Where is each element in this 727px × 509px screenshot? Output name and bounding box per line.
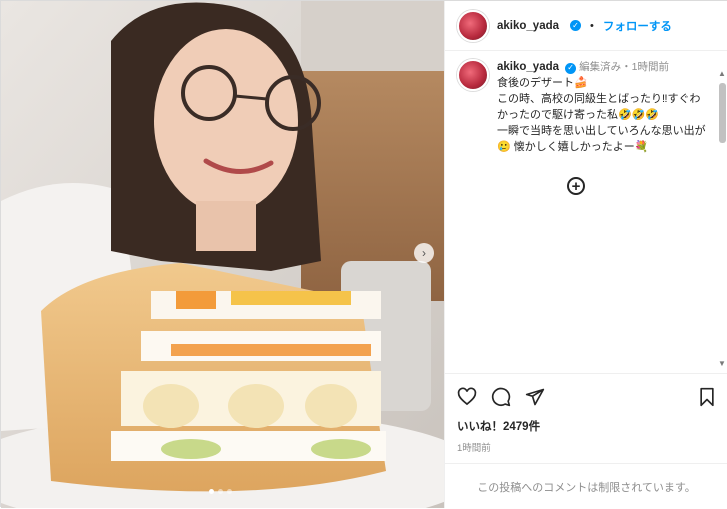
scroll-up-arrow-icon[interactable]: ▲: [718, 69, 726, 78]
caption-username[interactable]: akiko_yada: [497, 61, 559, 73]
follow-button[interactable]: フォローする: [603, 18, 672, 34]
post-photo[interactable]: ›: [1, 1, 444, 508]
heart-icon[interactable]: [457, 387, 477, 407]
caption-line: 食後のデザート🍰: [497, 77, 588, 89]
next-photo-button[interactable]: ›: [414, 243, 434, 263]
post-actions: いいね！2479件 1時間前: [445, 373, 727, 454]
instagram-post-frame: › akiko_yada ✓ • フォローする akiko_yada ✓ 編集済…: [0, 0, 727, 508]
caption-avatar[interactable]: [457, 59, 489, 91]
carousel-dot: [209, 489, 214, 494]
post-time: 1時間前: [457, 443, 491, 454]
share-icon[interactable]: [525, 387, 545, 407]
caption-scrollbar[interactable]: ▲ ▼: [718, 69, 726, 369]
comments-disabled-notice: この投稿へのコメントは制限されています。: [445, 463, 727, 509]
caption-text: 食後のデザート🍰 この時、高校の同級生とばったり‼すぐわかったので駆け寄った私🤣…: [497, 75, 708, 155]
scroll-thumb[interactable]: [719, 83, 726, 143]
caption-meta: 編集済み・1時間前: [579, 61, 669, 73]
verified-badge-icon: ✓: [570, 20, 582, 31]
header-separator: •: [590, 19, 594, 32]
bookmark-icon[interactable]: [698, 387, 716, 407]
photo-illustration: [1, 1, 444, 508]
post-header: akiko_yada ✓ • フォローする: [445, 1, 727, 51]
caption-line: 一瞬で当時を思い出していろんな思い出が🥲 懐かしく嬉しかったよー💐: [497, 125, 706, 153]
plus-circle-icon[interactable]: +: [567, 177, 585, 195]
scroll-down-arrow-icon[interactable]: ▼: [718, 359, 726, 368]
carousel-dots: [209, 489, 232, 494]
post-caption: akiko_yada ✓ 編集済み・1時間前 食後のデザート🍰 この時、高校の同…: [457, 59, 708, 155]
post-sidebar: akiko_yada ✓ • フォローする akiko_yada ✓ 編集済み・…: [444, 1, 727, 508]
chevron-right-icon: ›: [422, 246, 426, 260]
carousel-dot: [227, 489, 232, 494]
caption-line: この時、高校の同級生とばったり‼すぐわかったので駆け寄った私🤣🤣🤣: [497, 93, 701, 121]
comment-icon[interactable]: [491, 387, 511, 407]
verified-badge-icon: ✓: [565, 62, 577, 74]
avatar[interactable]: [457, 9, 489, 42]
carousel-dot: [218, 489, 223, 494]
header-username[interactable]: akiko_yada: [497, 20, 559, 32]
like-count[interactable]: いいね！2479件: [457, 418, 716, 434]
